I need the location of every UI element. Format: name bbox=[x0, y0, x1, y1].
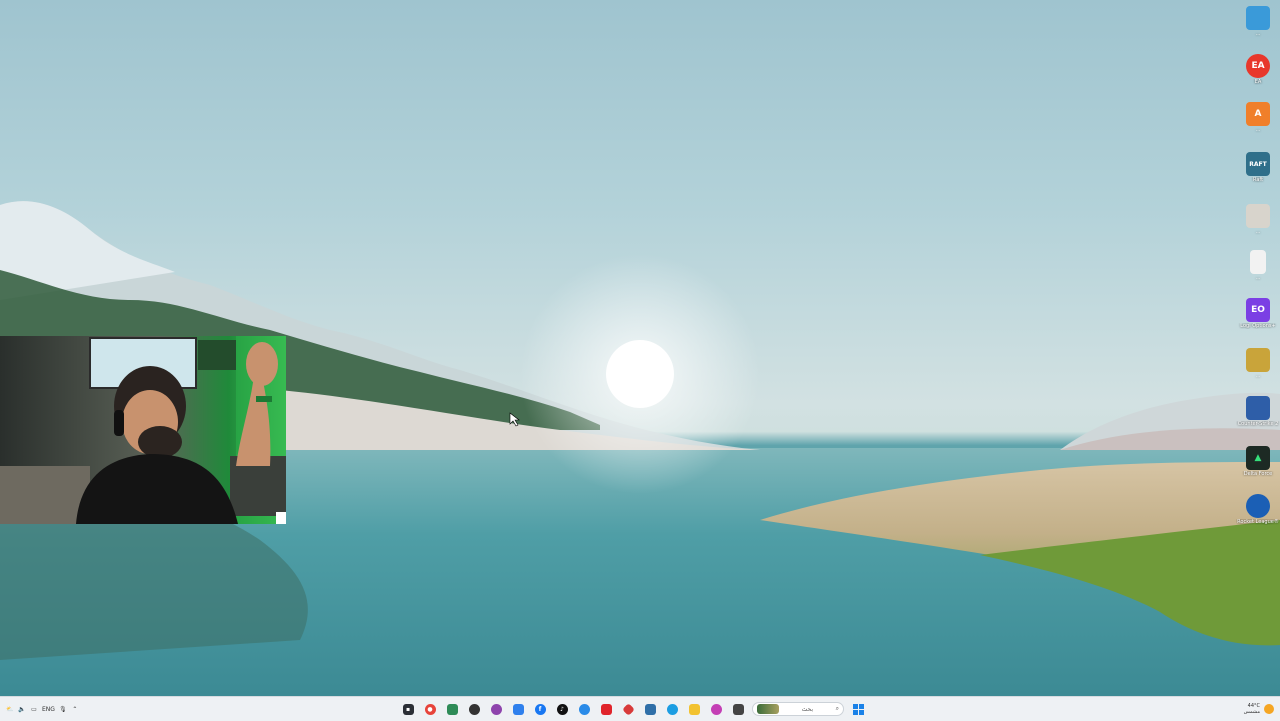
desktop-icon-6-label: ... bbox=[1255, 275, 1261, 281]
desktop-icon-5-label: ... bbox=[1255, 229, 1261, 235]
taskbar-app-9[interactable] bbox=[596, 700, 616, 718]
app-icon-5 bbox=[512, 703, 524, 715]
taskbar-app-8[interactable] bbox=[574, 700, 594, 718]
taskbar-apps: ▪ ● f ♪ بحث ⌕ bbox=[398, 700, 868, 718]
app-icon-2 bbox=[446, 703, 458, 715]
taskbar-app-explorer[interactable] bbox=[684, 700, 704, 718]
desktop-icon-counter-strike-label: Counter-Strike 2 bbox=[1237, 421, 1279, 427]
ea-app-icon: EA bbox=[1246, 54, 1270, 78]
desktop-icon-ea-label: EA bbox=[1254, 79, 1262, 85]
microphone-icon[interactable]: 🎙 bbox=[59, 702, 67, 716]
desktop-icon-delta-force-label: Delta Force bbox=[1243, 471, 1273, 477]
desktop-icon-6[interactable]: ... bbox=[1236, 250, 1280, 296]
desktop-icon-3[interactable]: A ... bbox=[1236, 102, 1280, 148]
app-icon-9 bbox=[600, 703, 612, 715]
app-icon-14 bbox=[710, 703, 722, 715]
desktop-icon-rocket-league[interactable]: Rocket League® bbox=[1236, 494, 1280, 540]
search-placeholder: بحث bbox=[801, 705, 814, 713]
counter-strike-icon bbox=[1246, 396, 1270, 420]
network-icon[interactable]: ▭ bbox=[30, 702, 38, 716]
facebook-icon: f bbox=[534, 703, 546, 715]
app-icon-15 bbox=[732, 703, 744, 715]
raft-game-icon: RAFT bbox=[1246, 152, 1270, 176]
weather-description: مشمس bbox=[1243, 709, 1260, 715]
desktop-icon-counter-strike[interactable]: Counter-Strike 2 bbox=[1236, 396, 1280, 442]
app-icon-3 bbox=[468, 703, 480, 715]
app-icon-10 bbox=[621, 702, 635, 716]
app-icon-11 bbox=[644, 703, 656, 715]
desktop-icon-raft-label: Raft bbox=[1252, 177, 1264, 183]
search-icon: ⌕ bbox=[835, 705, 839, 712]
document-icon bbox=[1250, 250, 1266, 274]
search-highlight-image bbox=[757, 704, 779, 714]
taskbar-app-14[interactable] bbox=[706, 700, 726, 718]
desktop-icon-logi[interactable]: EO Logi Options+ bbox=[1236, 298, 1280, 344]
chrome-icon: ● bbox=[424, 703, 436, 715]
rocket-league-icon bbox=[1246, 494, 1270, 518]
weather-mini-icon[interactable]: ⛅ bbox=[6, 702, 14, 716]
taskbar-app-15[interactable] bbox=[728, 700, 748, 718]
desktop-icon-raft[interactable]: RAFT Raft bbox=[1236, 152, 1280, 198]
tiktok-icon: ♪ bbox=[556, 703, 568, 715]
terminal-icon: ▪ bbox=[402, 703, 414, 715]
desktop-icon-1-icon bbox=[1246, 6, 1270, 30]
desktop: ... EA EA A ... RAFT Raft ... ... EO Log… bbox=[0, 0, 1280, 696]
start-button[interactable] bbox=[848, 700, 868, 718]
taskbar-app-tiktok[interactable]: ♪ bbox=[552, 700, 572, 718]
desktop-icon-8-label: ... bbox=[1255, 373, 1261, 379]
taskbar-app-terminal[interactable]: ▪ bbox=[398, 700, 418, 718]
taskbar-app-5[interactable] bbox=[508, 700, 528, 718]
taskbar-app-chrome[interactable]: ● bbox=[420, 700, 440, 718]
edge-icon bbox=[666, 703, 678, 715]
desktop-icon-rocket-league-label: Rocket League® bbox=[1237, 519, 1279, 525]
desktop-icon-delta-force[interactable]: ▲ Delta Force bbox=[1236, 446, 1280, 492]
weather-widget: 44°C مشمس bbox=[1244, 703, 1260, 715]
taskbar-app-4[interactable] bbox=[486, 700, 506, 718]
taskbar-app-edge[interactable] bbox=[662, 700, 682, 718]
volume-icon[interactable]: 🔈 bbox=[18, 702, 26, 716]
weather-sun-icon bbox=[1264, 704, 1274, 714]
taskbar-app-facebook[interactable]: f bbox=[530, 700, 550, 718]
taskbar-app-2[interactable] bbox=[442, 700, 462, 718]
desktop-icon-8[interactable]: ... bbox=[1236, 348, 1280, 394]
desktop-icon-ea[interactable]: EA EA bbox=[1236, 54, 1280, 100]
desktop-icon-5[interactable]: ... bbox=[1236, 204, 1280, 250]
delta-force-icon: ▲ bbox=[1246, 446, 1270, 470]
windows-logo-icon bbox=[852, 703, 864, 715]
taskbar-app-10[interactable] bbox=[618, 700, 638, 718]
desktop-icon-1[interactable]: ... bbox=[1236, 6, 1280, 52]
taskbar: ⛅ 🔈 ▭ ENG 🎙 ⌃ ▪ ● f ♪ بحث ⌕ 44°C مشمس bbox=[0, 696, 1280, 721]
desktop-icon-logi-label: Logi Options+ bbox=[1240, 323, 1276, 329]
folder-icon bbox=[688, 703, 700, 715]
app-icon-8 bbox=[578, 703, 590, 715]
app-icon-4 bbox=[490, 703, 502, 715]
desktop-icon-3-icon: A bbox=[1246, 102, 1270, 126]
webcam-video-frame bbox=[0, 336, 286, 524]
desktop-icon-1-label: ... bbox=[1255, 31, 1261, 37]
taskbar-right-weather[interactable]: 44°C مشمس bbox=[1244, 697, 1274, 721]
taskbar-search[interactable]: بحث ⌕ bbox=[752, 702, 844, 716]
chevron-up-icon[interactable]: ⌃ bbox=[71, 702, 79, 716]
taskbar-left-tray: ⛅ 🔈 ▭ ENG 🎙 ⌃ bbox=[6, 697, 79, 721]
desktop-icon-8-icon bbox=[1246, 348, 1270, 372]
taskbar-app-11[interactable] bbox=[640, 700, 660, 718]
webcam-overlay bbox=[0, 336, 286, 524]
taskbar-app-3[interactable] bbox=[464, 700, 484, 718]
language-indicator[interactable]: ENG bbox=[42, 702, 55, 716]
desktop-icon-5-icon bbox=[1246, 204, 1270, 228]
logi-options-icon: EO bbox=[1246, 298, 1270, 322]
desktop-icon-3-label: ... bbox=[1255, 127, 1261, 133]
